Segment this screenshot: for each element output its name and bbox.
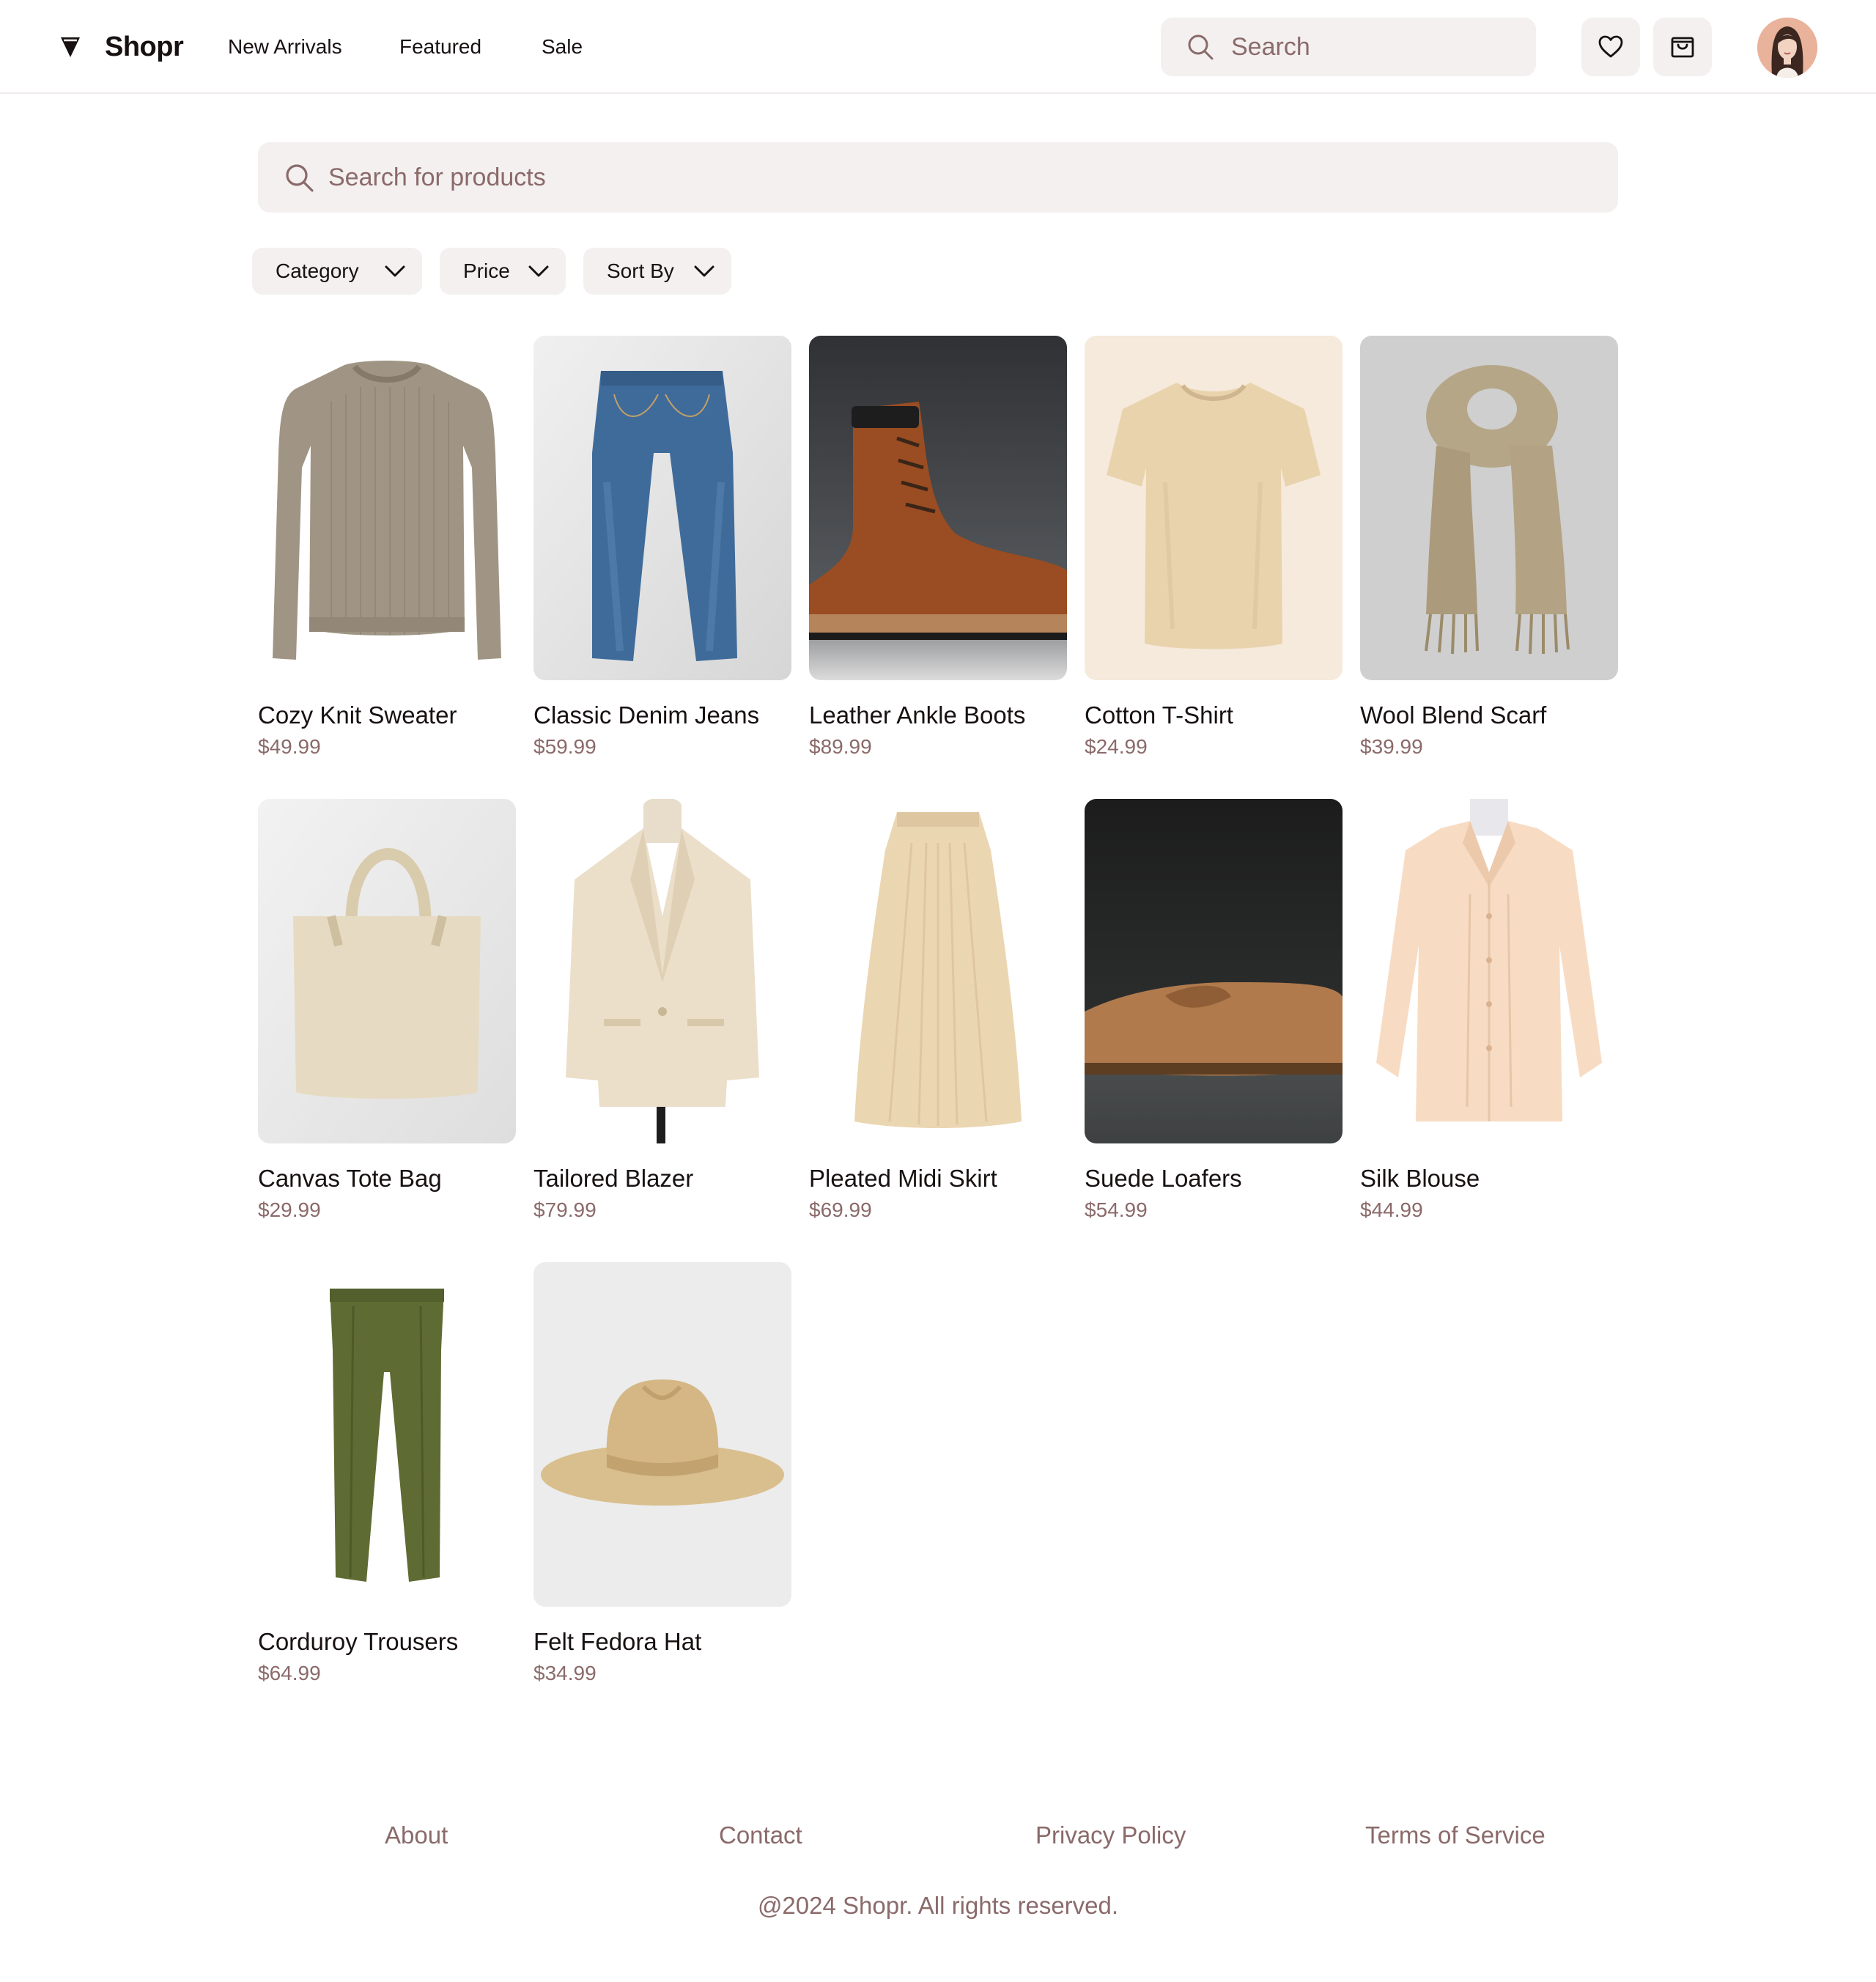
price-filter-label: Price [463, 259, 510, 282]
sort-by-filter[interactable]: Sort By [583, 248, 731, 295]
product-name[interactable]: Cozy Knit Sweater [258, 699, 457, 732]
product-image-blouse[interactable] [1360, 799, 1618, 1143]
product-image-tote-bag[interactable] [258, 799, 516, 1143]
product-image-hat[interactable] [533, 1262, 791, 1607]
footer-link-about[interactable]: About [385, 1818, 448, 1853]
chevron-down-icon [694, 265, 714, 277]
product-image-blazer[interactable] [533, 799, 791, 1143]
product-image-tshirt[interactable] [1085, 336, 1343, 680]
category-filter[interactable]: Category [252, 248, 422, 295]
price-filter[interactable]: Price [440, 248, 566, 295]
product-price: $44.99 [1360, 1198, 1423, 1221]
product-image-skirt[interactable] [809, 799, 1067, 1143]
product-name[interactable]: Tailored Blazer [533, 1163, 693, 1195]
product-image-loafers[interactable] [1085, 799, 1343, 1143]
sort-by-filter-label: Sort By [607, 259, 674, 282]
product-name[interactable]: Suede Loafers [1085, 1163, 1242, 1195]
logo-icon [61, 37, 80, 57]
product-name[interactable]: Cotton T-Shirt [1085, 699, 1233, 732]
shopping-bag-icon [1671, 37, 1694, 58]
footer-link-privacy-policy[interactable]: Privacy Policy [1035, 1818, 1186, 1853]
heart-icon [1598, 35, 1623, 58]
product-name[interactable]: Silk Blouse [1360, 1163, 1480, 1195]
footer-link-contact[interactable]: Contact [719, 1818, 802, 1853]
product-price: $69.99 [809, 1198, 872, 1221]
product-image-scarf[interactable] [1360, 336, 1618, 680]
search-icon [286, 164, 314, 192]
product-name[interactable]: Wool Blend Scarf [1360, 699, 1546, 732]
product-name[interactable]: Corduroy Trousers [258, 1626, 458, 1658]
product-price: $64.99 [258, 1662, 321, 1684]
chevron-down-icon [385, 265, 405, 277]
product-price: $59.99 [533, 735, 597, 758]
product-price: $34.99 [533, 1662, 597, 1684]
category-filter-label: Category [276, 259, 359, 282]
product-name[interactable]: Classic Denim Jeans [533, 699, 759, 732]
avatar-image [1757, 18, 1817, 78]
product-price: $29.99 [258, 1198, 321, 1221]
product-name[interactable]: Canvas Tote Bag [258, 1163, 442, 1195]
footer-link-terms-of-service[interactable]: Terms of Service [1365, 1818, 1546, 1853]
nav-sale[interactable]: Sale [542, 32, 583, 62]
product-image-jeans[interactable] [533, 336, 791, 680]
product-image-sweater[interactable] [258, 336, 516, 680]
product-image-boots[interactable] [809, 336, 1067, 680]
product-price: $89.99 [809, 735, 872, 758]
product-search-box[interactable] [258, 142, 1618, 213]
cart-button[interactable] [1653, 18, 1712, 76]
chevron-down-icon [528, 265, 549, 277]
header-search-input[interactable] [1231, 18, 1524, 76]
product-name[interactable]: Leather Ankle Boots [809, 699, 1025, 732]
product-price: $79.99 [533, 1198, 597, 1221]
product-name[interactable]: Pleated Midi Skirt [809, 1163, 997, 1195]
product-price: $24.99 [1085, 735, 1148, 758]
top-navbar: Shopr New Arrivals Featured Sale [0, 0, 1876, 94]
nav-new-arrivals[interactable]: New Arrivals [228, 32, 342, 62]
product-price: $39.99 [1360, 735, 1423, 758]
copyright-text: @2024 Shopr. All rights reserved. [757, 1892, 1119, 1919]
search-icon [1188, 34, 1214, 60]
header-search-box[interactable] [1161, 18, 1536, 76]
favorites-button[interactable] [1581, 18, 1640, 76]
product-search-input[interactable] [328, 142, 1574, 213]
brand-name[interactable]: Shopr [105, 28, 184, 66]
product-name[interactable]: Felt Fedora Hat [533, 1626, 701, 1658]
user-avatar[interactable] [1757, 18, 1817, 78]
product-image-trousers[interactable] [258, 1262, 516, 1607]
product-price: $54.99 [1085, 1198, 1148, 1221]
product-price: $49.99 [258, 735, 321, 758]
nav-featured[interactable]: Featured [399, 32, 481, 62]
